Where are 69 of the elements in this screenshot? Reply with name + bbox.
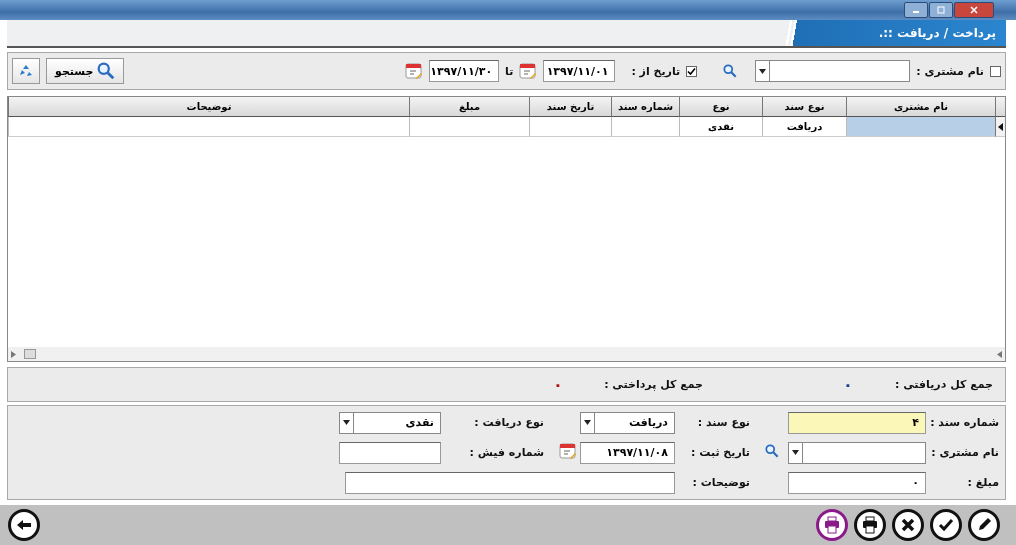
table-cell: دریافت: [762, 117, 846, 137]
cancel-button[interactable]: [892, 509, 924, 541]
table-cell: [611, 117, 679, 137]
doc-type-label: نوع سند :: [696, 416, 750, 429]
calendar-icon[interactable]: [405, 62, 424, 80]
slip-number-label: شماره فیش :: [468, 446, 544, 459]
doc-number-label: شماره سند :: [929, 416, 999, 429]
print-button[interactable]: [816, 509, 848, 541]
dropdown-arrow-icon[interactable]: [343, 420, 350, 425]
date-field[interactable]: ۱۳۹۷/۱۱/۰۸: [580, 441, 675, 464]
dropdown-arrow-icon[interactable]: [792, 450, 799, 455]
customer-label: نام مشتری :: [916, 64, 984, 78]
date-to-label: تا: [505, 64, 514, 78]
back-button[interactable]: [8, 509, 40, 541]
doc-type-combo[interactable]: دریافت: [580, 411, 675, 434]
close-button[interactable]: [954, 2, 994, 18]
amount-field[interactable]: ۰: [788, 471, 926, 494]
customer-label: نام مشتری :: [930, 446, 999, 459]
date-label: تاریخ ثبت :: [690, 446, 750, 459]
column-header[interactable]: توضیحات: [8, 97, 409, 117]
maximize-button[interactable]: [929, 2, 953, 18]
print-button[interactable]: [854, 509, 886, 541]
row-pointer-icon: [998, 122, 1003, 131]
column-header[interactable]: تاریخ سند: [529, 97, 611, 117]
edit-button[interactable]: [968, 509, 1000, 541]
date-from-field[interactable]: ۱۳۹۷/۱۱/۰۱: [543, 60, 616, 82]
date-checkbox[interactable]: [686, 65, 698, 77]
receipt-type-label: نوع دریافت :: [473, 416, 544, 429]
checkmark-icon: [687, 66, 697, 76]
minimize-button[interactable]: [904, 2, 928, 18]
maximize-icon: [937, 6, 945, 14]
doc-number-field[interactable]: ۴: [788, 411, 926, 434]
dropdown-arrow-icon[interactable]: [584, 420, 591, 425]
scroll-left-icon[interactable]: [11, 350, 16, 358]
close-icon: [970, 6, 978, 14]
description-label: توضیحات :: [691, 476, 750, 489]
scroll-right-icon[interactable]: [997, 350, 1002, 358]
search-icon[interactable]: [723, 64, 738, 78]
total-label: جمع کل دریافتی :: [895, 378, 993, 391]
total-value: ۰: [553, 376, 563, 393]
table-cell: نقدی: [679, 117, 762, 137]
column-header[interactable]: نام مشتری: [846, 97, 995, 117]
total-label: جمع کل پرداختی :: [604, 378, 703, 391]
calendar-icon[interactable]: [519, 62, 538, 80]
recycle-icon: [18, 63, 34, 79]
calendar-icon[interactable]: [559, 441, 577, 460]
customer-checkbox[interactable]: [990, 65, 1001, 77]
amount-label: مبلغ :: [966, 476, 999, 489]
printer-icon: [860, 515, 880, 535]
dropdown-arrow-icon[interactable]: [759, 68, 767, 74]
scroll-thumb[interactable]: [24, 349, 36, 359]
column-header[interactable]: نوع سند: [762, 97, 846, 117]
refresh-button[interactable]: [12, 58, 40, 84]
search-icon[interactable]: [765, 444, 779, 458]
row-header: [995, 97, 1005, 117]
column-header[interactable]: مبلغ: [409, 97, 529, 117]
slip-number-field[interactable]: [339, 441, 441, 464]
description-field[interactable]: [345, 471, 675, 494]
confirm-button[interactable]: [930, 509, 962, 541]
search-icon: [97, 62, 116, 80]
column-header[interactable]: نوع: [679, 97, 762, 117]
date-to-field[interactable]: ۱۳۹۷/۱۱/۳۰: [429, 60, 500, 82]
date-from-label: تاریخ از :: [631, 64, 681, 78]
receipt-type-combo[interactable]: نقدی: [339, 411, 441, 434]
total-value: ۰: [843, 376, 853, 393]
column-header[interactable]: شماره سند: [611, 97, 679, 117]
search-button[interactable]: جستجو: [46, 58, 125, 84]
printer-icon: [822, 515, 842, 535]
horizontal-scrollbar[interactable]: [8, 347, 1005, 361]
